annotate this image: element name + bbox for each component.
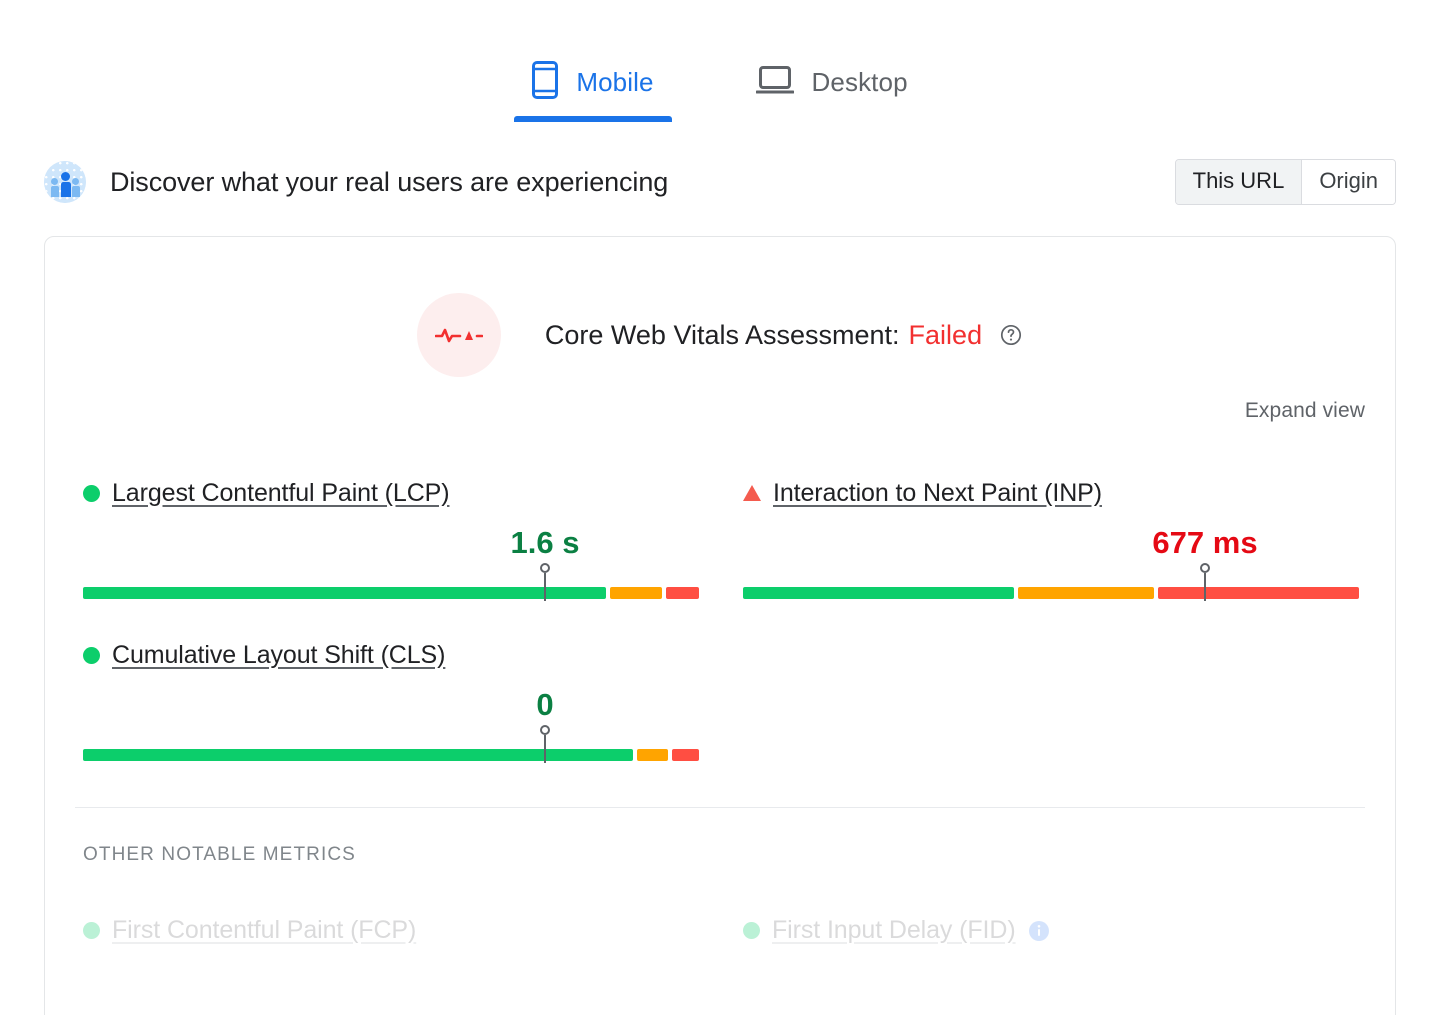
- bar-segment-needs-improvement: [609, 587, 662, 599]
- scope-origin-button[interactable]: Origin: [1301, 160, 1395, 204]
- assessment-label: Core Web Vitals Assessment:: [544, 319, 900, 350]
- metric-cls-bar: [83, 725, 699, 763]
- metric-inp-head: Interaction to Next Paint (INP): [743, 475, 1359, 511]
- metric-cls: Cumulative Layout Shift (CLS) 0: [83, 623, 699, 785]
- other-metrics-grid: First Contentful Paint (FCP) First Input…: [45, 916, 1395, 945]
- metric-lcp-name[interactable]: Largest Contentful Paint (LCP): [112, 479, 450, 508]
- tab-mobile-label: Mobile: [576, 66, 654, 97]
- metric-inp-name[interactable]: Interaction to Next Paint (INP): [773, 479, 1102, 508]
- metric-lcp: Largest Contentful Paint (LCP) 1.6 s: [83, 461, 700, 623]
- scope-this-url-button[interactable]: This URL: [1175, 160, 1302, 204]
- field-data-card: Core Web Vitals Assessment: Failed Expan…: [44, 236, 1396, 1015]
- assessment-verdict: Failed: [908, 319, 983, 350]
- metric-fcp: First Contentful Paint (FCP): [83, 916, 699, 945]
- bar-segment-needs-improvement: [637, 749, 668, 761]
- metric-lcp-bar: [83, 563, 700, 601]
- metric-fid-name[interactable]: First Input Delay (FID): [772, 916, 1016, 945]
- bar-segment-poor: [1158, 587, 1359, 599]
- core-web-vitals-assessment: Core Web Vitals Assessment: Failed: [45, 293, 1395, 377]
- scope-toggle: This URL Origin: [1174, 159, 1396, 205]
- status-dot-good-icon: [83, 484, 100, 502]
- bar-segment-poor: [665, 587, 700, 599]
- tab-desktop-label: Desktop: [811, 66, 908, 97]
- info-circle-icon[interactable]: [1028, 920, 1050, 942]
- expand-view-row: Expand view: [45, 399, 1395, 423]
- status-dot-good-icon: [83, 922, 100, 939]
- metric-cls-needle: [540, 725, 550, 763]
- field-data-people-icon: [44, 161, 86, 203]
- form-factor-tabs: Mobile Desktop: [0, 38, 1440, 122]
- status-triangle-poor-icon: [743, 485, 761, 501]
- help-circle-icon[interactable]: [999, 323, 1023, 347]
- field-data-title: Discover what your real users are experi…: [110, 166, 669, 197]
- pagespeed-insights-field-data-panel: Mobile Desktop Discover what your real u…: [0, 0, 1440, 1015]
- assessment-text: Core Web Vitals Assessment: Failed: [545, 320, 1023, 351]
- bar-segment-good: [743, 587, 1014, 599]
- metric-inp-value: 677 ms: [1152, 525, 1258, 560]
- bar-segment-good: [83, 587, 606, 599]
- metric-cls-name[interactable]: Cumulative Layout Shift (CLS): [112, 641, 445, 670]
- metric-inp: Interaction to Next Paint (INP) 677 ms: [743, 461, 1359, 623]
- metric-empty-slot: [743, 623, 1359, 785]
- metric-lcp-head: Largest Contentful Paint (LCP): [83, 475, 699, 511]
- metric-cls-head: Cumulative Layout Shift (CLS): [83, 637, 699, 673]
- expand-view-link[interactable]: Expand view: [1245, 399, 1365, 423]
- tab-desktop[interactable]: Desktop: [738, 38, 926, 122]
- metric-fid: First Input Delay (FID): [743, 916, 1359, 945]
- other-notable-metrics-heading: OTHER NOTABLE METRICS: [83, 844, 356, 865]
- mobile-icon: [532, 60, 559, 104]
- core-metrics-grid: Largest Contentful Paint (LCP) 1.6 s Int…: [45, 461, 1395, 785]
- metric-cls-value: 0: [536, 687, 554, 722]
- tab-desktop-underline: [738, 116, 926, 122]
- card-bottom-fade: [46, 949, 1394, 1015]
- section-divider: [75, 807, 1365, 808]
- core-web-vitals-pulse-icon: [416, 293, 501, 377]
- bar-segment-poor: [671, 749, 699, 761]
- tab-mobile[interactable]: Mobile: [514, 38, 672, 122]
- metric-cls-body: 0: [83, 673, 699, 785]
- status-dot-good-icon: [743, 922, 760, 939]
- metric-fcp-name[interactable]: First Contentful Paint (FCP): [112, 916, 416, 945]
- metric-inp-needle: [1200, 563, 1210, 601]
- status-dot-good-icon: [83, 646, 100, 664]
- metric-lcp-body: 1.6 s: [83, 511, 700, 623]
- metric-inp-bar: [743, 563, 1359, 601]
- metric-inp-body: 677 ms: [743, 511, 1359, 623]
- metric-lcp-value: 1.6 s: [510, 525, 580, 560]
- metric-lcp-needle: [540, 563, 550, 601]
- bar-segment-needs-improvement: [1017, 587, 1155, 599]
- tab-mobile-underline: [514, 116, 672, 122]
- desktop-icon: [755, 64, 795, 101]
- bar-segment-good: [83, 749, 634, 761]
- field-data-header: Discover what your real users are experi…: [44, 156, 1396, 208]
